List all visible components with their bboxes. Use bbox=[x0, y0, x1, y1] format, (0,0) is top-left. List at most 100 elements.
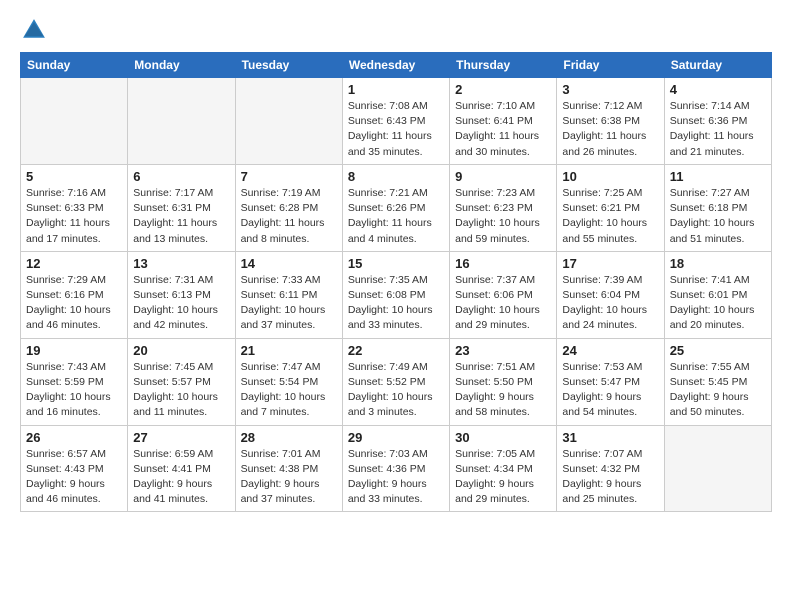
calendar-cell: 13 Sunrise: 7:31 AMSunset: 6:13 PMDayligh… bbox=[128, 251, 235, 338]
day-number: 22 bbox=[348, 343, 444, 358]
day-number: 24 bbox=[562, 343, 658, 358]
day-number: 5 bbox=[26, 169, 122, 184]
calendar-cell: 7 Sunrise: 7:19 AMSunset: 6:28 PMDaylight… bbox=[235, 164, 342, 251]
calendar-cell: 8Sunrise: 7:21 AMSunset: 6:26 PMDaylight… bbox=[342, 164, 449, 251]
day-info: Sunrise: 7:47 AMSunset: 5:54 PMDaylight:… bbox=[241, 360, 337, 421]
calendar-cell: 10 Sunrise: 7:25 AMSunset: 6:21 PMDayligh… bbox=[557, 164, 664, 251]
day-info: Sunrise: 7:41 AMSunset: 6:01 PMDaylight:… bbox=[670, 273, 766, 334]
day-number: 30 bbox=[455, 430, 551, 445]
logo bbox=[20, 16, 52, 44]
day-number: 28 bbox=[241, 430, 337, 445]
calendar-cell: 22 Sunrise: 7:49 AMSunset: 5:52 PMDayligh… bbox=[342, 338, 449, 425]
day-number: 21 bbox=[241, 343, 337, 358]
calendar-cell: 12 Sunrise: 7:29 AMSunset: 6:16 PMDayligh… bbox=[21, 251, 128, 338]
day-number: 27 bbox=[133, 430, 229, 445]
calendar-cell: 23 Sunrise: 7:51 AMSunset: 5:50 PMDayligh… bbox=[450, 338, 557, 425]
calendar-cell: 1 Sunrise: 7:08 AMSunset: 6:43 PMDaylight… bbox=[342, 78, 449, 165]
day-info: Sunrise: 7:37 AMSunset: 6:06 PMDaylight:… bbox=[455, 273, 551, 334]
week-row-2: 12 Sunrise: 7:29 AMSunset: 6:16 PMDayligh… bbox=[21, 251, 772, 338]
day-info: Sunrise: 7:23 AMSunset: 6:23 PMDaylight:… bbox=[455, 186, 551, 247]
calendar-cell: 3Sunrise: 7:12 AMSunset: 6:38 PMDaylight… bbox=[557, 78, 664, 165]
day-info: Sunrise: 7:53 AMSunset: 5:47 PMDaylight:… bbox=[562, 360, 658, 421]
day-number: 13 bbox=[133, 256, 229, 271]
calendar-cell: 4 Sunrise: 7:14 AMSunset: 6:36 PMDaylight… bbox=[664, 78, 771, 165]
day-info: Sunrise: 7:14 AMSunset: 6:36 PMDaylight:… bbox=[670, 99, 766, 160]
day-number: 17 bbox=[562, 256, 658, 271]
col-header-wednesday: Wednesday bbox=[342, 53, 449, 78]
day-info: Sunrise: 7:03 AMSunset: 4:36 PMDaylight:… bbox=[348, 447, 444, 508]
calendar-cell: 20Sunrise: 7:45 AMSunset: 5:57 PMDayligh… bbox=[128, 338, 235, 425]
day-number: 1 bbox=[348, 82, 444, 97]
day-number: 3 bbox=[562, 82, 658, 97]
day-info: Sunrise: 7:05 AMSunset: 4:34 PMDaylight:… bbox=[455, 447, 551, 508]
week-row-0: 1 Sunrise: 7:08 AMSunset: 6:43 PMDaylight… bbox=[21, 78, 772, 165]
calendar-cell: 9Sunrise: 7:23 AMSunset: 6:23 PMDaylight… bbox=[450, 164, 557, 251]
calendar-cell: 16 Sunrise: 7:37 AMSunset: 6:06 PMDayligh… bbox=[450, 251, 557, 338]
day-number: 6 bbox=[133, 169, 229, 184]
day-number: 11 bbox=[670, 169, 766, 184]
day-number: 15 bbox=[348, 256, 444, 271]
col-header-saturday: Saturday bbox=[664, 53, 771, 78]
calendar-cell: 25Sunrise: 7:55 AMSunset: 5:45 PMDayligh… bbox=[664, 338, 771, 425]
col-header-monday: Monday bbox=[128, 53, 235, 78]
day-info: Sunrise: 7:33 AMSunset: 6:11 PMDaylight:… bbox=[241, 273, 337, 334]
day-info: Sunrise: 7:31 AMSunset: 6:13 PMDaylight:… bbox=[133, 273, 229, 334]
day-number: 10 bbox=[562, 169, 658, 184]
day-info: Sunrise: 7:07 AMSunset: 4:32 PMDaylight:… bbox=[562, 447, 658, 508]
day-number: 2 bbox=[455, 82, 551, 97]
calendar-cell: 19Sunrise: 7:43 AMSunset: 5:59 PMDayligh… bbox=[21, 338, 128, 425]
day-info: Sunrise: 7:55 AMSunset: 5:45 PMDaylight:… bbox=[670, 360, 766, 421]
calendar-cell: 2 Sunrise: 7:10 AMSunset: 6:41 PMDaylight… bbox=[450, 78, 557, 165]
day-info: Sunrise: 7:08 AMSunset: 6:43 PMDaylight:… bbox=[348, 99, 444, 160]
calendar-cell bbox=[664, 425, 771, 512]
calendar-cell bbox=[235, 78, 342, 165]
day-number: 14 bbox=[241, 256, 337, 271]
day-info: Sunrise: 7:17 AMSunset: 6:31 PMDaylight:… bbox=[133, 186, 229, 247]
day-info: Sunrise: 7:49 AMSunset: 5:52 PMDaylight:… bbox=[348, 360, 444, 421]
calendar-cell: 24 Sunrise: 7:53 AMSunset: 5:47 PMDayligh… bbox=[557, 338, 664, 425]
header bbox=[20, 16, 772, 44]
calendar-cell: 11 Sunrise: 7:27 AMSunset: 6:18 PMDayligh… bbox=[664, 164, 771, 251]
calendar-cell: 17Sunrise: 7:39 AMSunset: 6:04 PMDayligh… bbox=[557, 251, 664, 338]
day-info: Sunrise: 7:27 AMSunset: 6:18 PMDaylight:… bbox=[670, 186, 766, 247]
week-row-3: 19Sunrise: 7:43 AMSunset: 5:59 PMDayligh… bbox=[21, 338, 772, 425]
day-info: Sunrise: 7:01 AMSunset: 4:38 PMDaylight:… bbox=[241, 447, 337, 508]
page: SundayMondayTuesdayWednesdayThursdayFrid… bbox=[0, 0, 792, 532]
calendar-cell: 18 Sunrise: 7:41 AMSunset: 6:01 PMDayligh… bbox=[664, 251, 771, 338]
day-number: 26 bbox=[26, 430, 122, 445]
col-header-sunday: Sunday bbox=[21, 53, 128, 78]
day-info: Sunrise: 7:35 AMSunset: 6:08 PMDaylight:… bbox=[348, 273, 444, 334]
logo-icon bbox=[20, 16, 48, 44]
calendar-cell: 31 Sunrise: 7:07 AMSunset: 4:32 PMDayligh… bbox=[557, 425, 664, 512]
day-number: 29 bbox=[348, 430, 444, 445]
day-number: 16 bbox=[455, 256, 551, 271]
day-info: Sunrise: 6:59 AMSunset: 4:41 PMDaylight:… bbox=[133, 447, 229, 508]
col-header-friday: Friday bbox=[557, 53, 664, 78]
calendar-cell: 21 Sunrise: 7:47 AMSunset: 5:54 PMDayligh… bbox=[235, 338, 342, 425]
day-info: Sunrise: 6:57 AMSunset: 4:43 PMDaylight:… bbox=[26, 447, 122, 508]
day-number: 7 bbox=[241, 169, 337, 184]
col-header-thursday: Thursday bbox=[450, 53, 557, 78]
day-info: Sunrise: 7:51 AMSunset: 5:50 PMDaylight:… bbox=[455, 360, 551, 421]
calendar-cell: 6 Sunrise: 7:17 AMSunset: 6:31 PMDaylight… bbox=[128, 164, 235, 251]
calendar-cell: 27 Sunrise: 6:59 AMSunset: 4:41 PMDayligh… bbox=[128, 425, 235, 512]
day-info: Sunrise: 7:21 AMSunset: 6:26 PMDaylight:… bbox=[348, 186, 444, 247]
day-info: Sunrise: 7:29 AMSunset: 6:16 PMDaylight:… bbox=[26, 273, 122, 334]
day-number: 12 bbox=[26, 256, 122, 271]
day-number: 4 bbox=[670, 82, 766, 97]
day-number: 18 bbox=[670, 256, 766, 271]
col-header-tuesday: Tuesday bbox=[235, 53, 342, 78]
day-info: Sunrise: 7:16 AMSunset: 6:33 PMDaylight:… bbox=[26, 186, 122, 247]
calendar-cell: 15 Sunrise: 7:35 AMSunset: 6:08 PMDayligh… bbox=[342, 251, 449, 338]
week-row-4: 26 Sunrise: 6:57 AMSunset: 4:43 PMDayligh… bbox=[21, 425, 772, 512]
calendar-cell: 26 Sunrise: 6:57 AMSunset: 4:43 PMDayligh… bbox=[21, 425, 128, 512]
day-number: 23 bbox=[455, 343, 551, 358]
calendar-cell: 5 Sunrise: 7:16 AMSunset: 6:33 PMDaylight… bbox=[21, 164, 128, 251]
day-info: Sunrise: 7:19 AMSunset: 6:28 PMDaylight:… bbox=[241, 186, 337, 247]
day-number: 20 bbox=[133, 343, 229, 358]
calendar-cell: 29 Sunrise: 7:03 AMSunset: 4:36 PMDayligh… bbox=[342, 425, 449, 512]
day-number: 31 bbox=[562, 430, 658, 445]
day-info: Sunrise: 7:10 AMSunset: 6:41 PMDaylight:… bbox=[455, 99, 551, 160]
calendar-cell bbox=[128, 78, 235, 165]
day-info: Sunrise: 7:25 AMSunset: 6:21 PMDaylight:… bbox=[562, 186, 658, 247]
